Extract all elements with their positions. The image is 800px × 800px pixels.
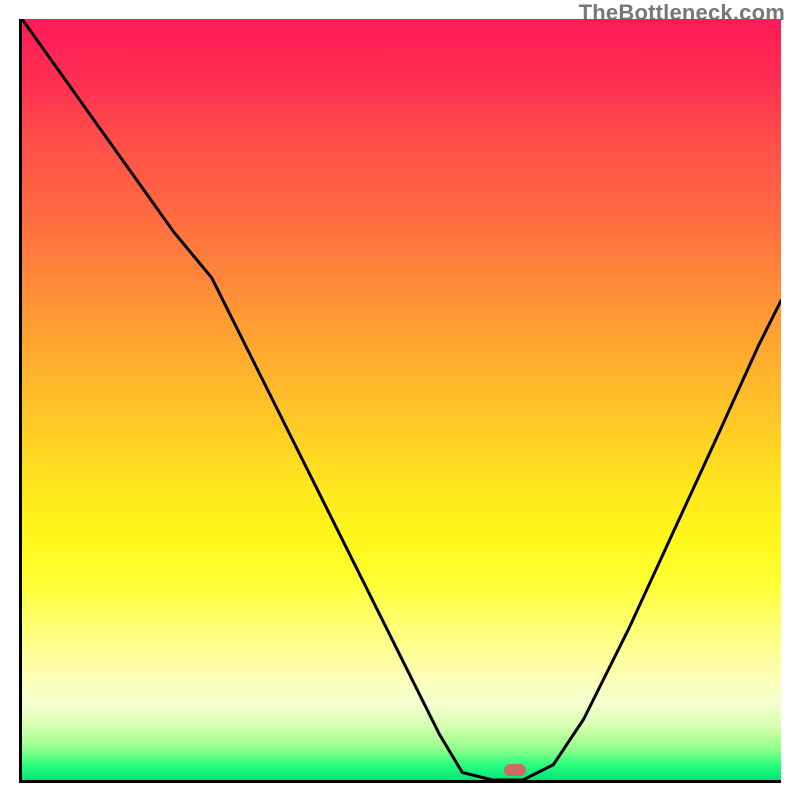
plot-area (19, 19, 781, 783)
bottleneck-curve (22, 19, 781, 780)
curve-path (22, 19, 781, 780)
chart-container: TheBottleneck.com (0, 0, 800, 800)
optimal-marker (504, 764, 526, 776)
